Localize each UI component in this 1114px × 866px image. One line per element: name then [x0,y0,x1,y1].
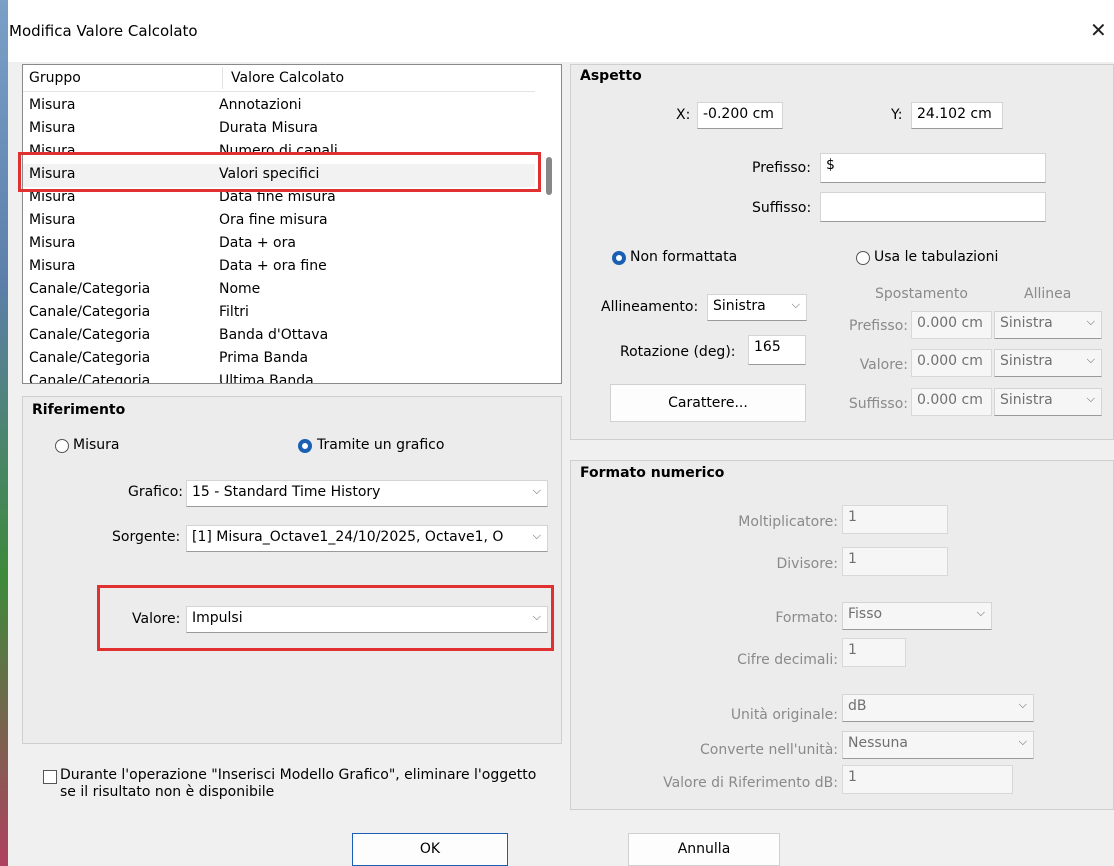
chevron-down-icon: ⌵ [1018,735,1027,748]
window-edge [0,0,8,866]
tab-valore-offset[interactable]: 0.000 cm [911,349,992,377]
tab-prefisso-offset[interactable]: 0.000 cm [911,311,992,339]
prefisso-field[interactable]: $ [820,153,1046,183]
x-field[interactable]: -0.200 cm [697,102,783,129]
riferimento-db-field[interactable]: 1 [842,765,1013,794]
close-icon[interactable]: ✕ [1090,18,1107,42]
formato-select[interactable]: Fisso ⌵ [842,602,992,630]
unita-originale-select[interactable]: dB ⌵ [842,694,1034,722]
list-item[interactable]: Canale/Categoria Ultima Banda [23,371,535,383]
chevron-down-icon: ⌵ [791,298,800,311]
radio-misura-label: Misura [73,437,120,453]
chevron-down-icon: ⌵ [976,606,985,619]
scrollbar-thumb[interactable] [546,157,552,195]
list-item[interactable]: Canale/Categoria Filtri [23,302,535,325]
rotazione-field[interactable]: 165 [748,335,806,365]
tab-suffisso-label: Suffisso: [848,396,908,412]
list-item[interactable]: Canale/Categoria Nome [23,279,535,302]
grafico-select[interactable]: 15 - Standard Time History ⌵ [186,480,548,507]
radio-tramite-grafico-label: Tramite un grafico [317,437,445,453]
carattere-button[interactable]: Carattere... [610,384,806,422]
converte-select[interactable]: Nessuna ⌵ [842,731,1034,759]
grafico-label: Grafico: [128,484,183,500]
sorgente-select[interactable]: [1] Misura_Octave1_24/10/2025, Octave1, … [186,525,548,552]
suffisso-label: Suffisso: [752,200,812,216]
tab-prefisso-align[interactable]: Sinistra ⌵ [994,311,1102,339]
list-item[interactable]: Misura Data + ora fine [23,256,535,279]
aspetto-title: Aspetto [580,68,642,84]
riferimento-db-label: Valore di Riferimento dB: [663,775,838,791]
y-field[interactable]: 24.102 cm [911,102,1003,129]
moltiplicatore-field[interactable]: 1 [842,505,948,534]
riferimento-title: Riferimento [32,402,126,418]
annulla-button[interactable]: Annulla [628,833,780,866]
ok-button[interactable]: OK [352,833,508,866]
calculated-value-list[interactable]: Gruppo Valore Calcolato Misura Annotazion… [22,64,562,384]
elimina-oggetto-checkbox[interactable] [43,770,57,784]
list-item[interactable]: Misura Data + ora [23,233,535,256]
column-header-valore[interactable]: Valore Calcolato [231,70,344,86]
list-item[interactable]: Misura Annotazioni [23,95,535,118]
chevron-down-icon: ⌵ [1086,353,1095,366]
chevron-down-icon: ⌵ [532,484,541,497]
x-label: X: [676,107,691,123]
moltiplicatore-label: Moltiplicatore: [738,514,838,530]
unita-originale-label: Unità originale: [730,707,838,723]
suffisso-field[interactable] [820,192,1046,222]
divisore-label: Divisore: [776,556,838,572]
tab-valore-label: Valore: [859,357,908,373]
y-label: Y: [891,107,903,123]
tab-suffisso-align[interactable]: Sinistra ⌵ [994,388,1102,416]
tab-valore-align[interactable]: Sinistra ⌵ [994,349,1102,377]
highlight-box-selected-row [18,152,541,192]
rotazione-label: Rotazione (deg): [620,344,736,360]
chevron-down-icon: ⌵ [1086,315,1095,328]
allinea-column-label: Allinea [1024,286,1072,302]
radio-tramite-grafico[interactable] [298,439,312,453]
chevron-down-icon: ⌵ [1018,698,1027,711]
highlight-box-valore [97,585,554,651]
radio-usa-tabulazioni-label: Usa le tabulazioni [874,249,999,265]
radio-usa-tabulazioni[interactable] [856,251,870,265]
list-header: Gruppo Valore Calcolato [23,65,535,92]
chevron-down-icon: ⌵ [1086,392,1095,405]
chevron-down-icon: ⌵ [532,529,541,542]
list-item[interactable]: Canale/Categoria Prima Banda [23,348,535,371]
sorgente-label: Sorgente: [112,529,181,545]
radio-misura[interactable] [55,439,69,453]
divisore-field[interactable]: 1 [842,547,948,576]
cifre-decimali-field[interactable]: 1 [842,638,906,667]
list-item[interactable]: Misura Durata Misura [23,118,535,141]
cifre-decimali-label: Cifre decimali: [737,652,838,668]
formato-title: Formato numerico [580,465,725,481]
column-header-gruppo[interactable]: Gruppo [29,70,81,86]
list-item[interactable]: Misura Ora fine misura [23,210,535,233]
elimina-oggetto-label: Durante l'operazione "Inserisci Modello … [60,767,537,800]
list-scrollbar[interactable] [538,65,561,383]
radio-non-formattata[interactable] [612,251,626,265]
allineamento-label: Allineamento: [601,299,699,315]
radio-non-formattata-label: Non formattata [630,249,738,265]
converte-label: Converte nell'unità: [700,742,838,758]
tab-suffisso-offset[interactable]: 0.000 cm [911,388,992,416]
allineamento-select[interactable]: Sinistra ⌵ [707,294,807,321]
window-title: Modifica Valore Calcolato [9,22,198,40]
tab-prefisso-label: Prefisso: [849,318,908,334]
spostamento-column-label: Spostamento [875,286,968,302]
formato-label: Formato: [775,610,838,626]
list-item[interactable]: Canale/Categoria Banda d'Ottava [23,325,535,348]
prefisso-label: Prefisso: [752,160,811,176]
